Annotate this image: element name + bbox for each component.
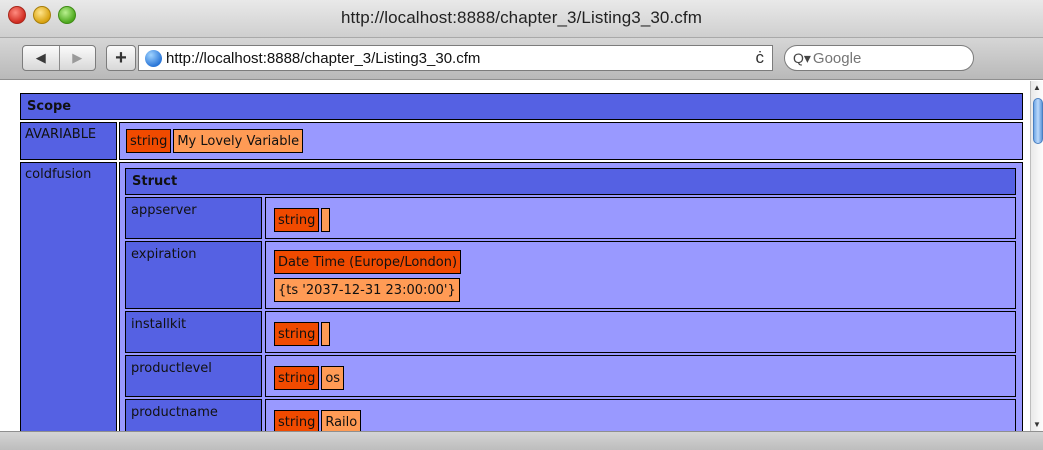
scroll-thumb[interactable] (1033, 98, 1043, 144)
value-badge: My Lovely Variable (173, 129, 304, 153)
value-badge (321, 322, 331, 346)
struct-row-expiration: expiration Date Time (Europe/London) {ts… (125, 241, 1016, 309)
dump-row-coldfusion: coldfusion Struct appserver string expir… (20, 162, 1023, 431)
struct-key-productlevel[interactable]: productlevel (125, 355, 262, 397)
dump-row-avariable: AVARIABLE string My Lovely Variable (20, 122, 1023, 160)
struct-row-productname: productname string Railo (125, 399, 1016, 431)
nav-buttons: ◀ ▶ (22, 45, 96, 71)
struct-row-installkit: installkit string (125, 311, 1016, 353)
type-badge: string (274, 322, 320, 346)
struct-value-installkit: string (265, 311, 1016, 353)
toolbar: ◀ ▶ + http://localhost:8888/chapter_3/Li… (0, 38, 1043, 80)
search-icon[interactable]: Q▾ (793, 50, 811, 67)
dump-key-coldfusion[interactable]: coldfusion (20, 162, 117, 431)
add-bookmark-icon[interactable]: + (106, 45, 136, 71)
window-title: http://localhost:8888/chapter_3/Listing3… (341, 8, 702, 27)
search-input[interactable] (812, 49, 943, 67)
struct-key-installkit[interactable]: installkit (125, 311, 262, 353)
dump-value-coldfusion: Struct appserver string expiration Date … (119, 162, 1023, 431)
globe-icon (145, 49, 162, 67)
type-badge: string (274, 366, 320, 390)
dump-value-avariable: string My Lovely Variable (119, 122, 1023, 160)
value-badge: {ts '2037-12-31 23:00:00'} (274, 278, 460, 302)
type-badge: string (274, 410, 320, 431)
scope-heading[interactable]: Scope (20, 93, 1023, 120)
value-badge: os (321, 366, 345, 390)
struct-heading[interactable]: Struct (125, 168, 1016, 195)
scroll-down-icon[interactable]: ▼ (1033, 420, 1041, 429)
struct-key-expiration[interactable]: expiration (125, 241, 262, 309)
struct-value-expiration: Date Time (Europe/London) {ts '2037-12-3… (265, 241, 1016, 309)
reload-icon[interactable]: ċ (756, 48, 765, 68)
scope-dump: Scope AVARIABLE string My Lovely Variable… (20, 93, 1023, 431)
dump-key-avariable[interactable]: AVARIABLE (20, 122, 117, 160)
struct-value-productname: string Railo (265, 399, 1016, 431)
address-bar[interactable]: http://localhost:8888/chapter_3/Listing3… (138, 45, 773, 71)
page-viewport: Scope AVARIABLE string My Lovely Variable… (0, 81, 1030, 431)
vertical-scrollbar[interactable]: ▲ ▼ (1030, 81, 1043, 431)
struct-key-productname[interactable]: productname (125, 399, 262, 431)
struct-key-appserver[interactable]: appserver (125, 197, 262, 239)
struct-row-appserver: appserver string (125, 197, 1016, 239)
struct-row-productlevel: productlevel string os (125, 355, 1016, 397)
struct-value-productlevel: string os (265, 355, 1016, 397)
struct-value-appserver: string (265, 197, 1016, 239)
forward-icon[interactable]: ▶ (60, 46, 96, 70)
scroll-up-icon[interactable]: ▲ (1033, 83, 1041, 92)
url-text[interactable]: http://localhost:8888/chapter_3/Listing3… (166, 50, 480, 67)
search-field[interactable]: Q▾ (784, 45, 974, 71)
value-badge: Railo (321, 410, 362, 431)
type-badge: string (126, 129, 172, 153)
value-badge (321, 208, 331, 232)
type-badge: string (274, 208, 320, 232)
title-bar: http://localhost:8888/chapter_3/Listing3… (0, 0, 1043, 38)
type-badge: Date Time (Europe/London) (274, 250, 462, 274)
status-bar (0, 431, 1043, 450)
back-icon[interactable]: ◀ (23, 46, 60, 70)
